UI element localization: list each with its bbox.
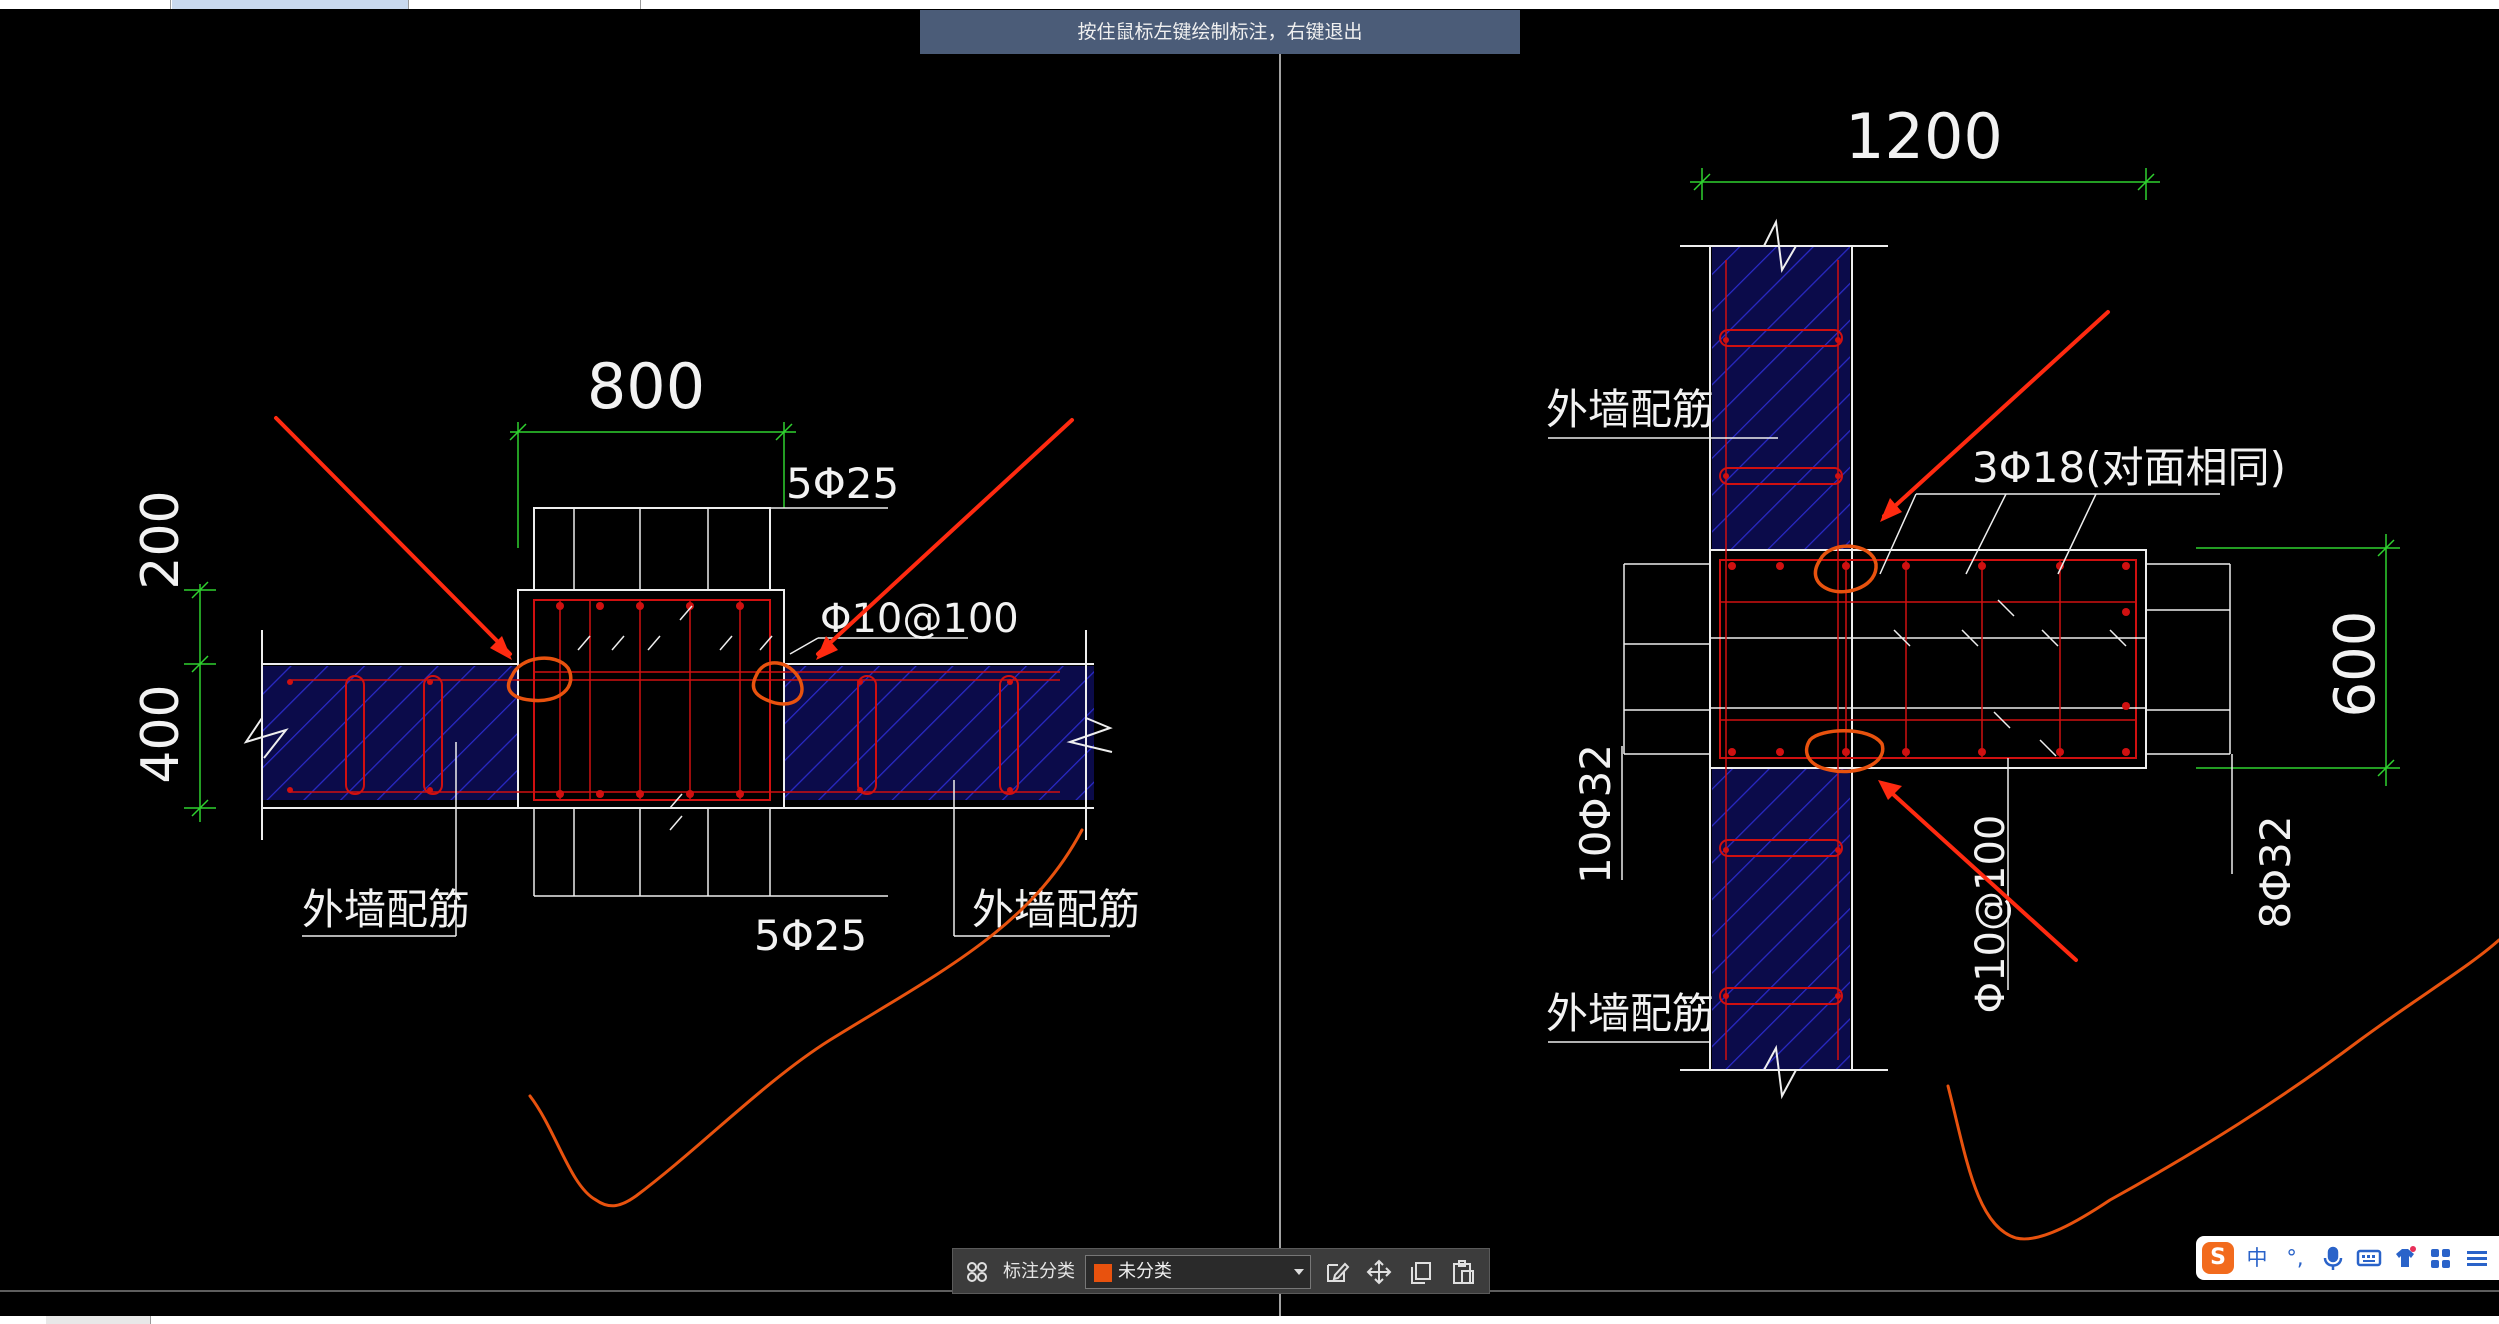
sogou-logo-icon[interactable]: S — [2202, 1242, 2234, 1274]
wall-label-left-2: 外墙配筋 — [972, 885, 1140, 934]
status-segment — [46, 1316, 151, 1324]
orange-stroke-2 — [1946, 938, 2499, 1241]
category-select-value: 未分类 — [1118, 1261, 1172, 1282]
drawing-canvas[interactable]: 800 200 400 5Φ25 5Φ25 Φ10@100 外墙配筋 外墙配筋 — [0, 0, 2499, 1324]
mic-icon[interactable] — [2318, 1244, 2348, 1272]
stirrup-label-right: Φ10@100 — [1968, 815, 2014, 1014]
grid-apps-icon[interactable] — [963, 1258, 991, 1286]
category-label: 标注分类 — [1003, 1261, 1075, 1282]
rebar-bottom-label: 5Φ25 — [754, 911, 867, 960]
status-strip — [0, 1316, 2499, 1324]
ime-punct-toggle[interactable]: °, — [2278, 1244, 2312, 1272]
wall-label-left-1: 外墙配筋 — [302, 885, 470, 934]
dim-width-right: 1200 — [1845, 100, 2003, 173]
red-arrow-1 — [274, 416, 512, 656]
rebar-main-label: 3Φ18(对面相同) — [1972, 443, 2286, 492]
right-wall-hatch-top — [1712, 246, 1850, 550]
left-wall-hatch-right — [784, 666, 1094, 800]
ime-toolbar: S 中 °, — [2196, 1236, 2499, 1280]
annotation-toolbar: 标注分类 未分类 — [952, 1248, 1490, 1294]
copy-icon[interactable] — [1407, 1258, 1435, 1286]
move-icon[interactable] — [1365, 1258, 1393, 1286]
rebar-right-label: 8Φ32 — [2251, 815, 2300, 928]
rebar-top-label: 5Φ25 — [786, 459, 899, 508]
keyboard-icon[interactable] — [2354, 1244, 2384, 1272]
left-wall-hatch-left — [262, 666, 518, 800]
dim-width-left: 800 — [587, 350, 705, 423]
grid-icon[interactable] — [2426, 1244, 2456, 1272]
right-detail: 1200 600 3Φ18(对面相同) 10Φ32 8Φ32 Φ10@100 外… — [1546, 100, 2400, 1100]
paste-icon[interactable] — [1449, 1258, 1477, 1286]
edit-icon[interactable] — [1323, 1258, 1351, 1286]
category-color-swatch — [1094, 1264, 1112, 1282]
category-select[interactable]: 未分类 — [1085, 1255, 1311, 1289]
dim-top-left: 200 — [131, 490, 191, 589]
dim-bottom-left: 400 — [131, 684, 191, 783]
stirrup-label-left: Φ10@100 — [820, 596, 1019, 642]
rebar-left-label: 10Φ32 — [1571, 744, 1620, 884]
left-detail: 800 200 400 5Φ25 5Φ25 Φ10@100 外墙配筋 外墙配筋 — [131, 350, 1140, 960]
skin-icon[interactable] — [2390, 1244, 2420, 1272]
hint-banner: 按住鼠标左键绘制标注，右键退出 — [920, 10, 1520, 54]
dim-height-right: 600 — [2323, 611, 2388, 718]
wall-label-right-1: 外墙配筋 — [1546, 385, 1714, 434]
right-wall-hatch-bottom — [1712, 768, 1850, 1070]
ime-lang-toggle[interactable]: 中 — [2242, 1244, 2272, 1272]
wall-label-right-2: 外墙配筋 — [1546, 989, 1714, 1038]
menu-icon[interactable] — [2462, 1244, 2492, 1272]
chevron-down-icon — [1294, 1269, 1304, 1275]
